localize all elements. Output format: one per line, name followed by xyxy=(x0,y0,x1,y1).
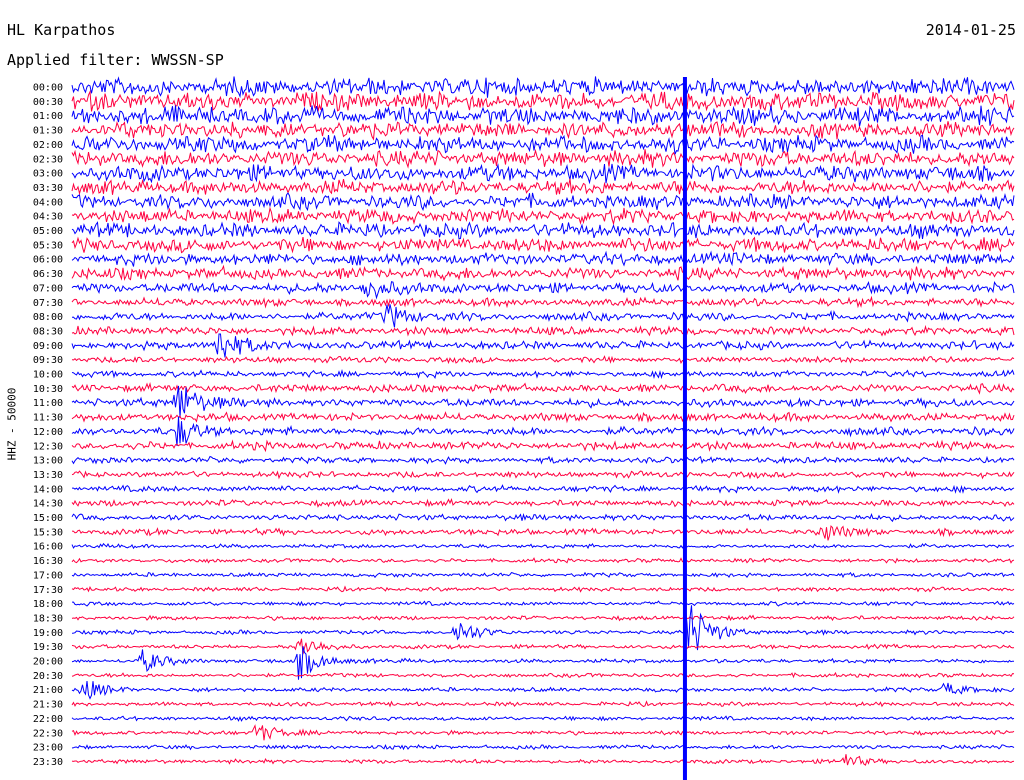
row-label: 11:00 xyxy=(33,398,63,409)
row-label: 15:00 xyxy=(33,513,63,524)
row-label: 13:00 xyxy=(33,456,63,467)
row-label: 08:30 xyxy=(33,326,63,337)
row-label: 16:30 xyxy=(33,556,63,567)
row-label: 07:30 xyxy=(33,298,63,309)
row-label: 03:00 xyxy=(33,169,63,180)
trace-1800 xyxy=(72,600,1015,607)
trace-0330 xyxy=(71,178,1015,196)
trace-1330 xyxy=(71,470,1015,480)
row-label: 16:00 xyxy=(33,542,63,553)
trace-0300 xyxy=(71,163,1015,185)
row-label: 11:30 xyxy=(33,413,63,424)
row-label: 10:00 xyxy=(33,370,63,381)
trace-0200 xyxy=(71,134,1015,155)
row-label: 06:00 xyxy=(33,255,63,266)
trace-0930 xyxy=(71,355,1015,365)
trace-0430 xyxy=(71,206,1015,226)
trace-1300 xyxy=(71,455,1015,465)
trace-1700 xyxy=(71,571,1015,579)
saturated-event-trace xyxy=(682,77,687,780)
row-label: 14:00 xyxy=(33,484,63,495)
row-label: 17:00 xyxy=(33,570,63,581)
trace-1030 xyxy=(71,381,1015,395)
seismogram-plot: 00:00 00:30 01:00 01:30 02:00 02:30 03:00 03:30… xyxy=(33,76,1015,780)
row-label: 20:00 xyxy=(33,657,63,668)
row-label: 20:30 xyxy=(33,671,63,682)
trace-0830 xyxy=(71,324,1015,337)
trace-0500 xyxy=(71,221,1015,240)
row-label: 08:00 xyxy=(33,312,63,323)
trace-2130 xyxy=(71,700,1015,708)
trace-1400 xyxy=(72,484,1015,494)
row-label: 18:00 xyxy=(33,599,63,610)
trace-1130 xyxy=(71,411,1015,424)
trace-2300 xyxy=(71,743,1015,751)
row-label: 02:30 xyxy=(33,154,63,165)
trace-2330 xyxy=(71,754,1015,766)
trace-0700 xyxy=(71,280,1015,300)
trace-0730 xyxy=(71,295,1015,309)
trace-1600 xyxy=(71,542,1015,550)
trace-1500 xyxy=(71,513,1015,523)
trace-0400 xyxy=(71,192,1015,212)
row-label: 06:30 xyxy=(33,269,63,280)
trace-1230 xyxy=(71,439,1015,453)
row-label: 21:30 xyxy=(33,700,63,711)
trace-0230 xyxy=(71,148,1015,169)
trace-0030 xyxy=(71,89,1015,112)
trace-1530 xyxy=(71,525,1015,541)
row-label: 05:30 xyxy=(33,240,63,251)
trace-0800 xyxy=(71,304,1015,328)
row-label: 04:00 xyxy=(33,197,63,208)
row-label: 18:30 xyxy=(33,613,63,624)
trace-0900 xyxy=(71,333,1015,358)
row-label: 03:30 xyxy=(33,183,63,194)
row-label: 01:30 xyxy=(33,126,63,137)
trace-1200 xyxy=(71,416,1015,447)
row-label: 22:30 xyxy=(33,728,63,739)
trace-1000 xyxy=(71,369,1015,380)
row-label: 15:30 xyxy=(33,527,63,538)
row-label: 13:30 xyxy=(33,470,63,481)
trace-2230 xyxy=(71,724,1015,741)
trace-1900 xyxy=(71,605,1015,651)
row-label: 02:00 xyxy=(33,140,63,151)
row-label: 17:30 xyxy=(33,585,63,596)
row-label: 23:00 xyxy=(33,743,63,754)
row-label: 10:30 xyxy=(33,384,63,395)
trace-0530 xyxy=(71,236,1015,254)
row-label: 07:00 xyxy=(33,283,63,294)
row-label: 01:00 xyxy=(33,111,63,122)
trace-2200 xyxy=(71,715,1015,722)
row-label: 22:00 xyxy=(33,714,63,725)
trace-0130 xyxy=(71,121,1015,141)
trace-1930 xyxy=(71,638,1015,655)
row-label: 04:30 xyxy=(33,212,63,223)
row-label: 14:30 xyxy=(33,499,63,510)
trace-2030 xyxy=(71,671,1015,679)
trace-0630 xyxy=(71,264,1015,282)
row-label: 12:30 xyxy=(33,441,63,452)
row-label: 23:30 xyxy=(33,757,63,768)
row-label: 19:30 xyxy=(33,642,63,653)
row-label: 09:30 xyxy=(33,355,63,366)
row-label: 12:00 xyxy=(33,427,63,438)
trace-1730 xyxy=(71,585,1015,593)
trace-1830 xyxy=(71,614,1015,622)
trace-0600 xyxy=(71,250,1015,267)
trace-2100 xyxy=(71,681,1015,700)
row-label: 19:00 xyxy=(33,628,63,639)
trace-1630 xyxy=(71,557,1015,564)
row-label: 21:00 xyxy=(33,685,63,696)
row-label: 05:00 xyxy=(33,226,63,237)
trace-1430 xyxy=(71,497,1015,508)
row-label: 00:30 xyxy=(33,97,63,108)
row-label: 09:00 xyxy=(33,341,63,352)
row-label: 00:00 xyxy=(33,83,63,94)
